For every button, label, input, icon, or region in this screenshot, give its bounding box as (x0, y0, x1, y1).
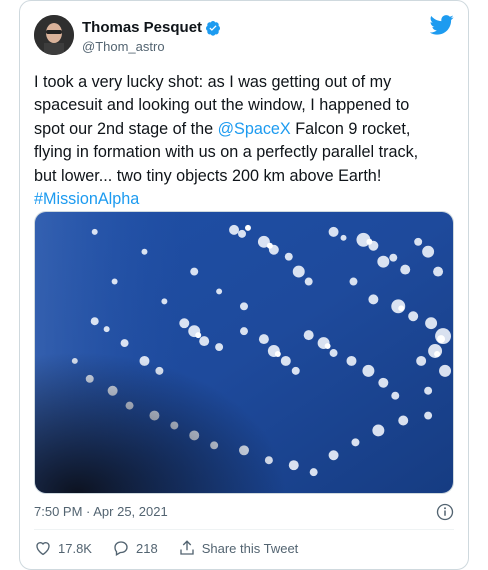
verified-badge-icon (206, 21, 221, 36)
like-count: 17.8K (58, 540, 92, 556)
author-name-row[interactable]: Thomas Pesquet (82, 19, 221, 37)
tweet-card: Thomas Pesquet @Thom_astro I took a very… (19, 0, 469, 570)
share-icon (180, 540, 194, 555)
tweet-timestamp[interactable]: 7:50 PM · Apr 25, 2021 (34, 504, 168, 519)
tweet-header: Thomas Pesquet @Thom_astro (34, 15, 454, 59)
tweet-actions: 17.8K 218 Share this Tweet (34, 536, 454, 560)
twitter-bird-icon[interactable] (430, 15, 454, 35)
reply-count: 218 (135, 540, 158, 556)
timestamp-row: 7:50 PM · Apr 25, 2021 (34, 502, 454, 522)
mention-link[interactable]: @SpaceX (218, 120, 291, 138)
author-name[interactable]: Thomas Pesquet (82, 19, 202, 37)
avatar[interactable] (34, 15, 74, 55)
reply-button[interactable]: 218 (112, 539, 158, 557)
tweet-text: I took a very lucky shot: as I was getti… (34, 71, 434, 211)
info-icon[interactable] (436, 503, 454, 521)
share-button[interactable]: Share this Tweet (178, 539, 299, 557)
hashtag-link[interactable]: #MissionAlpha (34, 190, 139, 208)
divider (34, 529, 454, 530)
heart-icon (36, 542, 50, 556)
tweet-photo[interactable] (34, 211, 454, 494)
reply-icon (114, 541, 128, 556)
share-label: Share this Tweet (201, 540, 299, 556)
earth-clouds-photo (35, 212, 453, 493)
author-info: Thomas Pesquet @Thom_astro (82, 19, 221, 55)
author-handle[interactable]: @Thom_astro (82, 39, 221, 55)
like-button[interactable]: 17.8K (34, 539, 92, 557)
